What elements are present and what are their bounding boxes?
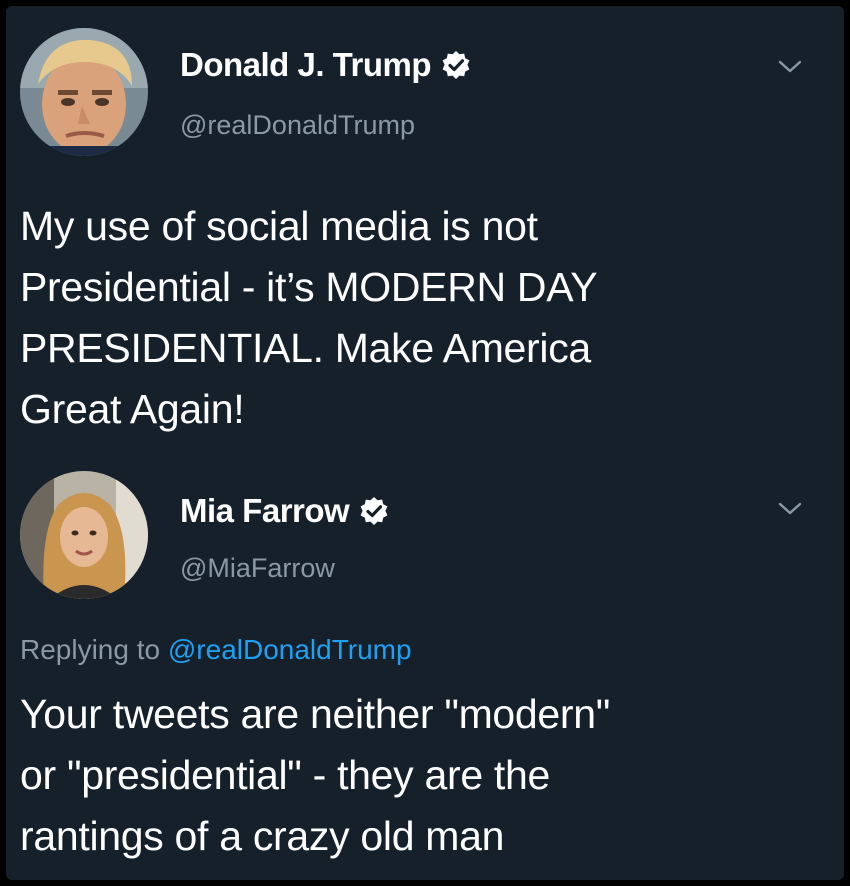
tweet-text: Your tweets are neither "modern" or "pre… <box>20 684 828 867</box>
tweet-text-line: Great Again! <box>20 386 245 432</box>
author-name-row[interactable]: Mia Farrow <box>180 492 389 530</box>
author-handle[interactable]: @MiaFarrow <box>180 553 335 584</box>
verified-badge-icon <box>441 50 471 80</box>
display-name[interactable]: Donald J. Trump <box>180 46 432 84</box>
author-name-row[interactable]: Donald J. Trump <box>180 46 471 84</box>
tweet-text-line: Presidential - it’s MODERN DAY <box>20 264 598 310</box>
chevron-down-icon[interactable] <box>775 58 805 76</box>
tweet: Donald J. Trump @realDonaldTrump My use … <box>6 6 844 456</box>
avatar[interactable] <box>20 471 148 599</box>
replying-to-handle-link[interactable]: @realDonaldTrump <box>168 634 412 665</box>
tweet-text: My use of social media is not Presidenti… <box>20 196 828 440</box>
verified-badge-icon <box>359 496 389 526</box>
tweet-text-line: PRESIDENTIAL. Make America <box>20 325 591 371</box>
tweet-text-line: rantings of a crazy old man <box>20 813 505 859</box>
twitter-screenshot: Donald J. Trump @realDonaldTrump My use … <box>6 6 844 880</box>
tweet-text-line: Your tweets are neither "modern" <box>20 691 611 737</box>
reply-tweet: Mia Farrow @MiaFarrow Replying to @realD… <box>6 456 844 880</box>
replying-to: Replying to @realDonaldTrump <box>20 634 412 666</box>
display-name[interactable]: Mia Farrow <box>180 492 350 530</box>
author-handle[interactable]: @realDonaldTrump <box>180 110 415 141</box>
replying-to-label: Replying to <box>20 634 168 665</box>
chevron-down-icon[interactable] <box>775 500 805 518</box>
avatar[interactable] <box>20 28 148 156</box>
tweet-text-line: My use of social media is not <box>20 203 538 249</box>
tweet-text-line: or "presidential" - they are the <box>20 752 551 798</box>
